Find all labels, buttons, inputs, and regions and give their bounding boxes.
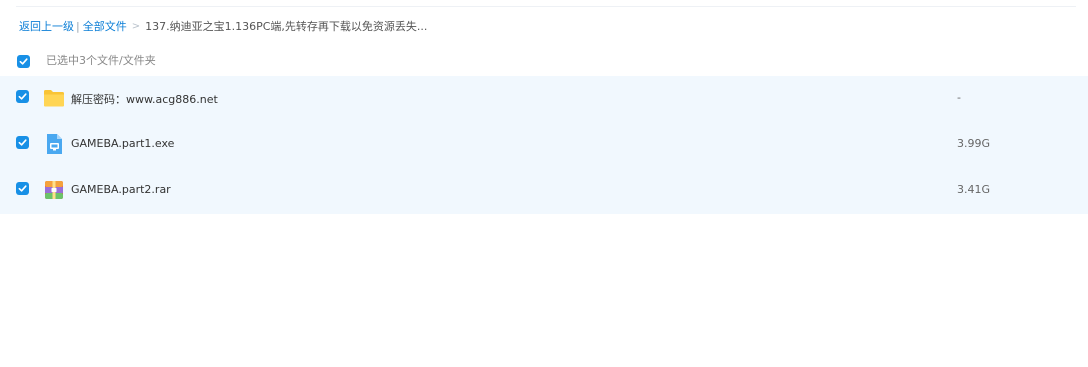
file-row[interactable]: 解压密码：www.acg886.net - [0,76,1088,122]
file-size: - [957,91,961,104]
exe-file-icon [47,134,62,154]
file-name[interactable]: 解压密码：www.acg886.net [71,91,218,107]
breadcrumb-separator: | [76,19,80,33]
breadcrumb-arrow: > [131,20,141,32]
row-checkbox[interactable] [16,90,29,103]
selection-header: 已选中3个文件/文件夹 [0,47,1088,75]
check-icon [18,185,27,192]
current-folder-name: 137.纳迪亚之宝1.136PC端,先转存再下载以免资源丢失... [145,20,428,33]
breadcrumb: 返回上一级 | 全部文件 > 137.纳迪亚之宝1.136PC端,先转存再下载以… [19,17,427,35]
all-files-link[interactable]: 全部文件 [83,18,127,34]
top-divider [16,6,1076,7]
file-name[interactable]: GAMEBA.part2.rar [71,183,171,196]
select-all-checkbox[interactable] [17,55,30,68]
check-icon [18,139,27,146]
file-row[interactable]: GAMEBA.part2.rar 3.41G [0,168,1088,214]
rar-file-icon [45,181,63,199]
file-list: 解压密码：www.acg886.net - GAMEBA.part1.exe 3… [0,76,1088,214]
row-checkbox[interactable] [16,136,29,149]
file-name[interactable]: GAMEBA.part1.exe [71,137,174,150]
selection-count: 已选中3个文件/文件夹 [46,54,156,67]
file-row[interactable]: GAMEBA.part1.exe 3.99G [0,122,1088,168]
back-link[interactable]: 返回上一级 [19,18,74,34]
check-icon [19,58,28,65]
file-size: 3.99G [957,137,991,150]
check-icon [18,93,27,100]
folder-icon [44,90,64,107]
row-checkbox[interactable] [16,182,29,195]
file-size: 3.41G [957,183,991,196]
